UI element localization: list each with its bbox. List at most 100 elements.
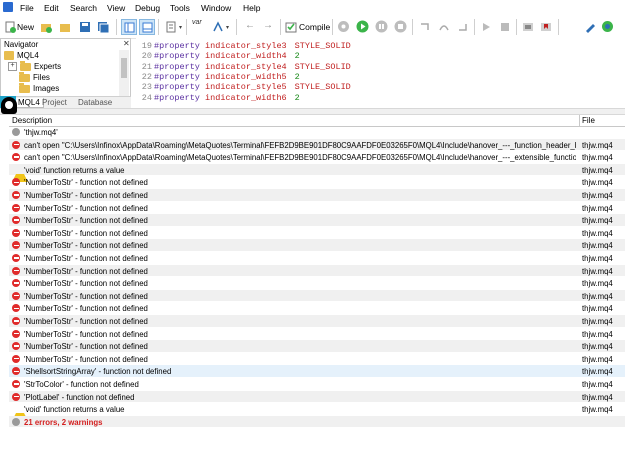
close-icon[interactable]: ✕: [123, 39, 130, 48]
new-button[interactable]: New: [17, 22, 34, 32]
tab-mql4[interactable]: MQL4: [14, 98, 44, 108]
column-file[interactable]: File: [582, 116, 595, 125]
stop-profiling-icon[interactable]: [497, 19, 512, 34]
code-line[interactable]: 23 #property indicator_style5 STYLE_SOLID: [136, 82, 351, 92]
error-row[interactable]: 'NumberToStr' - function not defined thjw…: [9, 176, 625, 189]
open-folder-icon[interactable]: [57, 19, 72, 34]
pause-debug-icon[interactable]: [374, 19, 389, 34]
error-file: thjw.mq4: [582, 254, 613, 263]
error-row[interactable]: 'NumberToStr' - function not defined thjw…: [9, 227, 625, 240]
error-description: 'NumberToStr' - function not defined: [24, 329, 148, 339]
back-arrow-icon[interactable]: ←: [245, 20, 255, 31]
app-icon: [3, 2, 13, 12]
menu-edit[interactable]: Edit: [44, 3, 59, 13]
tree-root[interactable]: MQL4: [4, 50, 39, 61]
error-row[interactable]: can't open "C:\Users\Infinox\AppData\Roa…: [9, 138, 625, 152]
menu-view[interactable]: View: [107, 3, 125, 13]
error-file: thjw.mq4: [582, 178, 613, 188]
new-file-icon[interactable]: [2, 19, 17, 34]
error-row[interactable]: 'NumberToStr' - function not defined thjw…: [9, 289, 625, 303]
property-value: 2: [294, 71, 300, 82]
tree-item-label: Experts: [34, 62, 62, 71]
menu-search[interactable]: Search: [70, 3, 97, 13]
refresh-icon[interactable]: [600, 19, 615, 34]
error-row[interactable]: 'NumberToStr' - function not defined thjw…: [9, 202, 625, 215]
menu-tools[interactable]: Tools: [170, 3, 190, 13]
code-line[interactable]: 20 #property indicator_width4 2: [136, 51, 300, 61]
tab-database[interactable]: Database: [78, 98, 112, 107]
error-row[interactable]: 'NumberToStr' - function not defined thjw…: [9, 328, 625, 341]
toggle-bookmark-icon[interactable]: [520, 19, 535, 34]
dropdown-arrow-icon[interactable]: ▾: [179, 24, 182, 31]
start-debug-icon[interactable]: [355, 19, 370, 34]
code-line[interactable]: 21 #property indicator_style4 STYLE_SOLID: [136, 62, 351, 72]
error-description: 'void' function returns a value: [24, 405, 125, 415]
step-into-icon[interactable]: [417, 19, 432, 34]
error-row[interactable]: 'NumberToStr' - function not defined thjw…: [9, 340, 625, 353]
error-row[interactable]: 'StrToColor' - function not defined thjw.…: [9, 378, 625, 391]
property-name: indicator_width4: [205, 51, 287, 62]
menu-help[interactable]: Help: [243, 3, 260, 13]
toolbox-toggle-icon[interactable]: [139, 19, 155, 35]
menu-debug[interactable]: Debug: [135, 3, 160, 13]
error-file: thjw.mq4: [582, 405, 613, 415]
insert-var-icon[interactable]: var: [192, 19, 202, 26]
error-icon: [12, 140, 20, 149]
error-icon: [12, 266, 20, 275]
error-row[interactable]: 'void' function returns a value thjw.mq4: [9, 163, 625, 182]
error-row[interactable]: 'NumberToStr' - function not defined thjw…: [9, 302, 625, 315]
error-row[interactable]: 'NumberToStr' - function not defined thjw…: [9, 214, 625, 227]
error-row[interactable]: 'NumberToStr' - function not defined thjw…: [9, 315, 625, 328]
error-row[interactable]: can't open "C:\Users\Infinox\AppData\Roa…: [9, 151, 625, 164]
tab-project[interactable]: Project: [42, 98, 67, 107]
code-editor[interactable]: 19 #property indicator_style3 STYLE_SOLID 2…: [136, 38, 625, 104]
info-icon: [12, 128, 20, 136]
error-description: 'NumberToStr' - function not defined: [24, 228, 148, 238]
new-project-icon[interactable]: [38, 19, 53, 34]
stop-debug-icon[interactable]: [393, 19, 408, 34]
panel-divider[interactable]: [0, 108, 625, 115]
error-row[interactable]: 'void' function returns a value thjw.mq4: [9, 403, 625, 422]
bookmarks-icon[interactable]: [538, 19, 553, 34]
step-out-icon[interactable]: [455, 19, 470, 34]
error-file: thjw.mq4: [582, 380, 613, 389]
edit-pencil-icon[interactable]: [582, 19, 597, 34]
error-row[interactable]: 'NumberToStr' - function not defined thjw…: [9, 252, 625, 265]
error-row[interactable]: 'PlotLabel' - function not defined thjw.m…: [9, 390, 625, 404]
error-row[interactable]: 21 errors, 2 warnings: [9, 415, 625, 429]
error-file: thjw.mq4: [582, 266, 613, 276]
code-line[interactable]: 24 #property indicator_width6 2: [136, 93, 300, 103]
error-row[interactable]: 'NumberToStr' - function not defined thjw…: [9, 264, 625, 278]
error-row[interactable]: 'NumberToStr' - function not defined thjw…: [9, 353, 625, 366]
code-line[interactable]: 19 #property indicator_style3 STYLE_SOLID: [136, 41, 351, 51]
code-line[interactable]: 22 #property indicator_width5 2: [136, 72, 300, 82]
property-name: indicator_style3: [205, 41, 287, 51]
error-row[interactable]: 'NumberToStr' - function not defined thjw…: [9, 189, 625, 202]
column-description[interactable]: Description: [12, 116, 52, 125]
tree-item-files[interactable]: Files: [19, 71, 50, 83]
tree-item-images[interactable]: Images: [19, 82, 59, 94]
debug-settings-icon[interactable]: [336, 19, 351, 34]
error-row[interactable]: 'NumberToStr' - function not defined thjw…: [9, 239, 625, 252]
mql4-folder-icon: [4, 51, 14, 60]
styler-icon[interactable]: [163, 19, 178, 34]
menu-window[interactable]: Window: [201, 3, 231, 13]
save-all-icon[interactable]: [95, 19, 110, 34]
forward-arrow-icon[interactable]: →: [263, 20, 273, 31]
tree-item-experts[interactable]: + Experts: [8, 60, 62, 72]
save-icon[interactable]: [77, 19, 92, 34]
menu-file[interactable]: File: [20, 3, 34, 13]
expand-icon[interactable]: +: [8, 62, 17, 71]
navigator-toggle-icon[interactable]: [121, 19, 137, 35]
error-row[interactable]: 'thjw.mq4': [9, 126, 625, 139]
start-profiling-icon[interactable]: [478, 19, 493, 34]
compile-icon[interactable]: [283, 19, 298, 34]
error-row[interactable]: 'NumberToStr' - function not defined thjw…: [9, 277, 625, 290]
error-row[interactable]: 'ShellsortStringArray' - function not de…: [9, 365, 625, 378]
step-over-icon[interactable]: [436, 19, 451, 34]
error-icon: [12, 241, 20, 250]
insert-function-icon[interactable]: [210, 19, 225, 34]
dropdown-arrow-icon[interactable]: ▾: [226, 24, 229, 31]
error-file: thjw.mq4: [582, 203, 613, 213]
compile-button[interactable]: Compile: [299, 22, 330, 32]
